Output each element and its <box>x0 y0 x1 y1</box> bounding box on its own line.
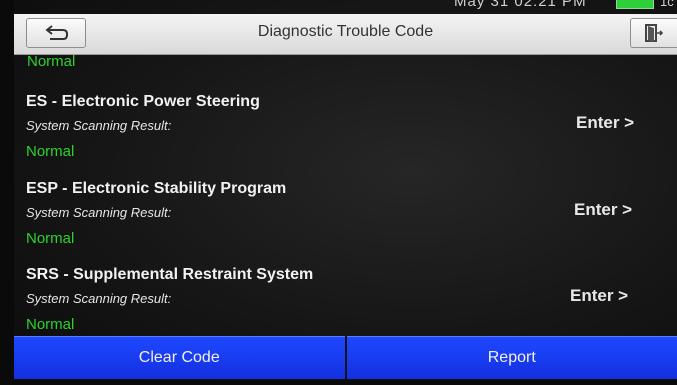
exit-button[interactable] <box>630 18 677 48</box>
system-scan-label: System Scanning Result: <box>26 205 172 220</box>
status-bar: May 31 02:21 PM 1c <box>14 0 677 14</box>
exit-icon <box>645 24 663 42</box>
system-scan-label: System Scanning Result: <box>26 118 172 133</box>
report-button[interactable]: Report <box>346 336 677 379</box>
title-bar: Diagnostic Trouble Code <box>14 14 677 55</box>
system-name: ES - Electronic Power Steering <box>26 93 260 110</box>
system-status: Normal <box>26 230 75 247</box>
status-datetime: May 31 02:21 PM <box>454 0 587 10</box>
status-normal-partial: Normal <box>27 53 76 70</box>
back-arrow-icon <box>45 25 68 40</box>
system-name: ESP - Electronic Stability Program <box>26 180 287 197</box>
list-item-es: ES - Electronic Power Steering System Sc… <box>14 93 677 177</box>
bottom-action-bar: Clear Code Report <box>14 336 677 379</box>
enter-button[interactable]: Enter > <box>570 286 628 306</box>
page-title: Diagnostic Trouble Code <box>257 23 434 40</box>
battery-text: 1c <box>660 0 674 9</box>
system-name: SRS - Supplemental Restraint System <box>26 266 314 283</box>
back-button[interactable] <box>26 18 86 48</box>
battery-icon <box>616 0 654 9</box>
system-list: Normal ES - Electronic Power Steering Sy… <box>14 53 677 335</box>
enter-button[interactable]: Enter > <box>574 200 632 220</box>
system-scan-label: System Scanning Result: <box>26 291 172 306</box>
system-status: Normal <box>26 316 75 333</box>
enter-button[interactable]: Enter > <box>576 113 634 133</box>
app-screen: May 31 02:21 PM 1c Diagnostic Trouble Co… <box>14 0 677 380</box>
list-item-esp: ESP - Electronic Stability Program Syste… <box>14 180 677 264</box>
clear-code-button[interactable]: Clear Code <box>14 336 345 379</box>
system-status: Normal <box>26 143 75 160</box>
